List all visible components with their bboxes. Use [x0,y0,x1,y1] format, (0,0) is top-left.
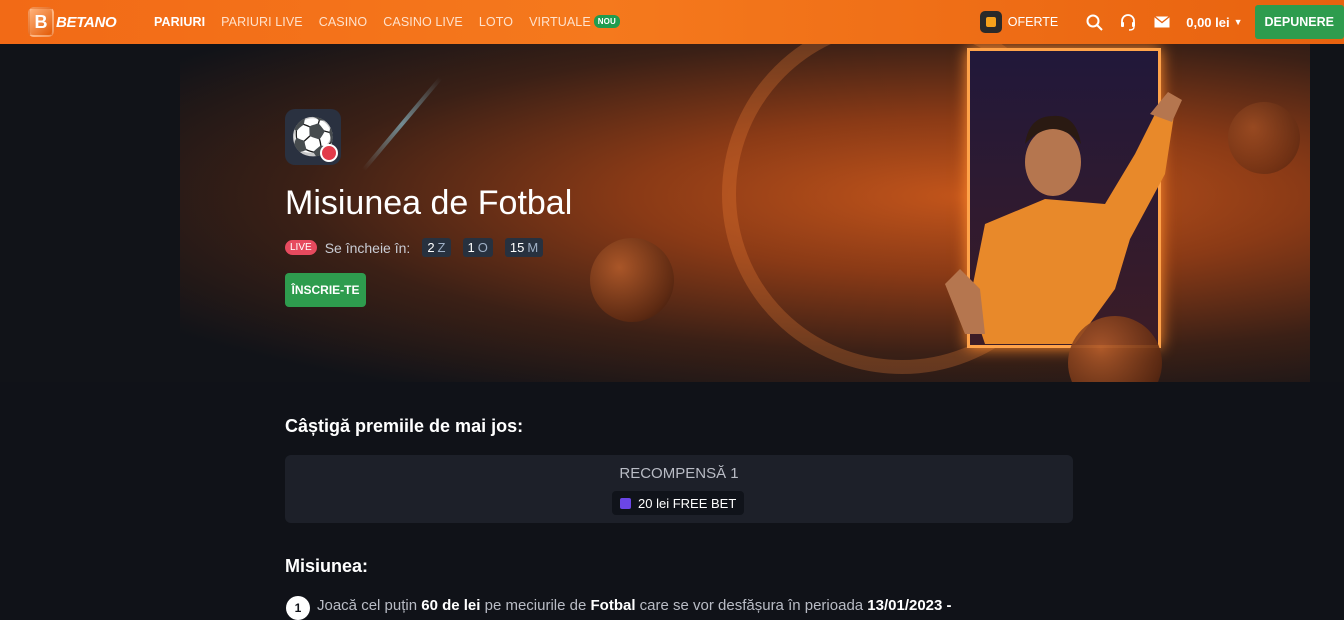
countdown-row: LIVE Se încheie în: 2Z 1O 15 M [285,238,555,257]
new-badge: NOU [593,15,620,28]
reward-prize-label: 20 lei FREE BET [638,495,737,511]
reward-card: RECOMPENSĂ 1 20 lei FREE BET [285,455,1073,523]
timer-minutes-unit: M [527,240,539,255]
top-navigation-bar: B BETANO PARIURI PARIURI LIVE CASINO CAS… [0,0,1344,44]
nav-item-pariuri-live[interactable]: PARIURI LIVE [221,15,303,29]
nav-item-pariuri[interactable]: PARIURI [154,15,205,29]
gift-icon [979,11,1002,33]
football-player-image [945,92,1182,344]
header-actions: OFERTE 0,00 lei ▼ DEPUNERE [979,0,1344,44]
nav-item-casino-live[interactable]: CASINO LIVE [383,15,463,29]
football-ball-decor [1228,102,1300,174]
step-text-part: care se vor desfășura în perioada [635,597,868,614]
freebet-icon [620,497,631,509]
offers-label: OFERTE [1007,15,1059,29]
step-text-part: pe meciurile de [480,597,591,614]
ends-in-label: Se încheie în: [324,239,411,256]
rewards-heading: Câștigă premiile de mai jos: [285,416,524,436]
search-icon[interactable] [1084,12,1104,32]
timer-minutes-value: 15 [509,240,525,255]
timer-minutes: 15 M [504,238,544,257]
step-amount: 60 de lei [421,597,481,614]
timer-days-unit: Z [437,240,446,255]
reward-title: RECOMPENSĂ 1 [619,465,739,482]
headset-icon[interactable] [1118,12,1138,32]
target-icon [320,144,338,162]
nav-item-loto[interactable]: LOTO [479,15,513,29]
step-text-part: Joacă cel puțin [317,597,422,614]
offers-button[interactable]: OFERTE [979,11,1059,33]
step-number: 1 [286,596,310,620]
nav-item-casino[interactable]: CASINO [319,15,368,29]
nav-item-virtuale[interactable]: VIRTUALE NOU [529,15,620,29]
football-ball-decor [590,238,674,322]
main-nav: PARIURI PARIURI LIVE CASINO CASINO LIVE … [154,15,636,29]
join-button[interactable]: ÎNSCRIE-TE [285,273,366,307]
mail-icon[interactable] [1152,12,1172,32]
timer-days: 2Z [422,238,451,257]
betano-logo[interactable]: B BETANO [28,7,140,37]
betano-logo-icon: B [28,7,54,37]
hero-banner [0,44,1344,382]
timer-hours-value: 1 [467,240,475,255]
nav-item-virtuale-label: VIRTUALE [529,15,591,29]
mission-heading: Misiunea: [285,556,369,576]
logo-text: BETANO [56,13,117,31]
step-date: 13/01/2023 - [867,597,952,614]
page-title: Misiunea de Fotbal [285,184,573,222]
reward-prize-chip: 20 lei FREE BET [612,491,745,515]
step-sport: Fotbal [590,597,636,614]
live-badge: LIVE [285,240,317,255]
mission-step-text: Joacă cel puțin 60 de lei pe meciurile d… [317,597,952,614]
deposit-button[interactable]: DEPUNERE [1254,5,1344,39]
balance-amount[interactable]: 0,00 lei [1186,15,1229,30]
timer-days-value: 2 [427,240,435,255]
caret-down-icon[interactable]: ▼ [1234,17,1243,27]
timer-hours-unit: O [477,240,488,255]
timer-hours: 1O [462,238,493,257]
